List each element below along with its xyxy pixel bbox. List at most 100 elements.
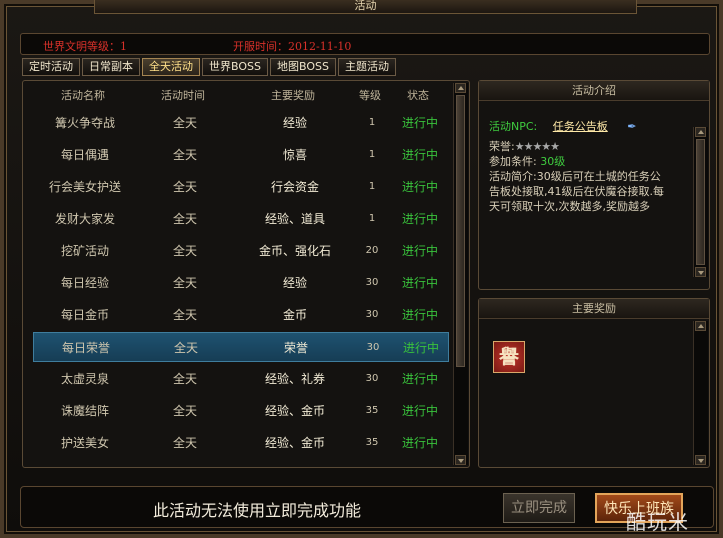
activity-reward: 经验、金币	[264, 404, 325, 418]
scroll-thumb[interactable]	[456, 95, 465, 367]
scroll-up-arrow[interactable]	[455, 83, 466, 93]
activity-name: 护送美女	[60, 436, 109, 450]
quill-icon[interactable]: ✒	[627, 120, 636, 133]
header-level: 等级	[359, 89, 381, 102]
table-row[interactable]: 每日偶遇 全天 惊喜 1 进行中	[33, 140, 449, 170]
npc-link[interactable]: 任务公告板	[553, 120, 608, 133]
tab-timed[interactable]: 定时活动	[22, 58, 80, 76]
intro-scroll-up[interactable]	[695, 127, 706, 137]
intro-scroll-down[interactable]	[695, 267, 706, 277]
activity-status: 进行中	[402, 341, 439, 355]
tab-daily-dungeon[interactable]: 日常副本	[82, 58, 140, 76]
info-bar: 世界文明等级：1 开服时间：2012-11-10	[20, 33, 710, 55]
npc-line: 活动NPC: 任务公告板 ✒	[489, 119, 693, 134]
activity-level: 35	[365, 437, 379, 448]
activity-name: 诛魔结阵	[60, 404, 109, 418]
activity-time: 全天	[172, 404, 197, 418]
activity-name: 每日偶遇	[60, 148, 109, 162]
list-scrollbar[interactable]	[453, 83, 468, 465]
header-status: 状态	[407, 89, 429, 102]
activity-name: 行会美女护送	[48, 180, 121, 194]
activity-status: 进行中	[401, 116, 438, 130]
tab-world-boss[interactable]: 世界BOSS	[202, 58, 268, 76]
activity-reward: 行会资金	[270, 180, 319, 194]
activity-status: 进行中	[401, 244, 438, 258]
complete-now-button[interactable]: 立即完成	[503, 493, 575, 523]
table-row[interactable]: 挖矿活动 全天 金币、强化石 20 进行中	[33, 236, 449, 266]
activity-status: 进行中	[401, 212, 438, 226]
activity-time: 全天	[172, 436, 197, 450]
activity-reward: 经验、金币	[264, 436, 325, 450]
rewards-title: 主要奖励	[479, 299, 709, 319]
table-row[interactable]: 每日经验 全天 经验 30 进行中	[33, 268, 449, 298]
list-header: 活动名称 活动时间 主要奖励 等级 状态	[31, 85, 451, 103]
activity-time: 全天	[172, 372, 197, 386]
server-open-time: 开服时间：2012-11-10	[233, 40, 352, 53]
activity-level: 30	[365, 309, 379, 320]
activity-reward: 经验	[282, 116, 307, 130]
activity-level: 1	[368, 117, 376, 128]
activity-level: 30	[366, 342, 380, 353]
activity-time: 全天	[172, 308, 197, 322]
intro-scroll-thumb[interactable]	[696, 139, 705, 265]
table-row[interactable]: 发财大家发 全天 经验、道具 1 进行中	[33, 204, 449, 234]
activity-name: 每日金币	[60, 308, 109, 322]
activity-level: 30	[365, 373, 379, 384]
rewards-scroll-up[interactable]	[695, 321, 706, 331]
activity-status: 进行中	[401, 404, 438, 418]
activity-level: 20	[365, 245, 379, 256]
table-row[interactable]: 每日金币 全天 金币 30 进行中	[33, 300, 449, 330]
npc-label: 活动NPC:	[489, 120, 538, 133]
rewards-scroll-down[interactable]	[695, 455, 706, 465]
window-title: 活动	[94, 0, 637, 14]
intro-scrollbar[interactable]	[693, 127, 708, 277]
activity-status: 进行中	[401, 436, 438, 450]
activity-name: 挖矿活动	[60, 244, 109, 258]
table-row[interactable]: 每日荣誉 全天 荣誉 30 进行中	[33, 332, 449, 362]
activity-level: 35	[365, 405, 379, 416]
activity-time: 全天	[172, 180, 197, 194]
up-arrow-icon	[698, 324, 704, 328]
down-arrow-icon	[458, 459, 464, 463]
table-row[interactable]: 行会美女护送 全天 行会资金 1 进行中	[33, 172, 449, 202]
condition-line: 参加条件: 30级	[489, 154, 693, 169]
table-row[interactable]: 护送美女 全天 经验、金币 35 进行中	[33, 428, 449, 458]
down-arrow-icon	[698, 459, 704, 463]
rewards-panel: 主要奖励 譽	[478, 298, 710, 468]
activity-time: 全天	[173, 341, 198, 355]
header-reward: 主要奖励	[271, 89, 315, 102]
table-row[interactable]: 篝火争夺战 全天 经验 1 进行中	[33, 108, 449, 138]
table-row[interactable]: 太虚灵泉 全天 经验、礼券 30 进行中	[33, 364, 449, 394]
honor-line: 荣誉:★★★★★	[489, 139, 693, 154]
condition-label: 参加条件:	[489, 155, 537, 168]
up-arrow-icon	[458, 86, 464, 90]
activity-reward: 惊喜	[282, 148, 307, 162]
rewards-scrollbar[interactable]	[693, 321, 708, 465]
activity-status: 进行中	[401, 308, 438, 322]
tab-all-day[interactable]: 全天活动	[142, 58, 200, 76]
honor-reward-icon[interactable]: 譽	[493, 341, 525, 373]
desc-line-2: 告板处接取,41级后在伏魔谷接取.每	[489, 185, 664, 198]
activity-name: 每日经验	[60, 276, 109, 290]
activity-time: 全天	[172, 212, 197, 226]
desc-line-1: 活动简介:30级后可在土城的任务公	[489, 170, 661, 183]
star-rating: ★★★★★	[514, 140, 560, 153]
activity-status: 进行中	[401, 180, 438, 194]
intro-panel: 活动介绍 活动NPC: 任务公告板 ✒ 荣誉:★★★★★ 参加条件: 30级 活…	[478, 80, 710, 290]
watermark-logo: 酷玩米	[626, 510, 689, 534]
table-row[interactable]: 诛魔结阵 全天 经验、金币 35 进行中	[33, 396, 449, 426]
activity-level: 1	[368, 181, 376, 192]
scroll-down-arrow[interactable]	[455, 455, 466, 465]
activity-name: 篝火争夺战	[54, 116, 115, 130]
tab-map-boss[interactable]: 地图BOSS	[269, 58, 336, 76]
activity-level: 1	[368, 213, 376, 224]
activity-window: 活动 世界文明等级：1 开服时间：2012-11-10 定时活动 日常副本 全天…	[0, 0, 723, 538]
activity-status: 进行中	[401, 372, 438, 386]
activity-reward: 经验、礼券	[264, 372, 325, 386]
up-arrow-icon	[698, 130, 704, 134]
activity-name: 发财大家发	[54, 212, 115, 226]
tab-theme[interactable]: 主题活动	[337, 58, 396, 76]
header-name: 活动名称	[61, 89, 105, 102]
honor-label: 荣誉:	[489, 140, 515, 153]
world-civilization-level: 世界文明等级：1	[43, 40, 127, 53]
